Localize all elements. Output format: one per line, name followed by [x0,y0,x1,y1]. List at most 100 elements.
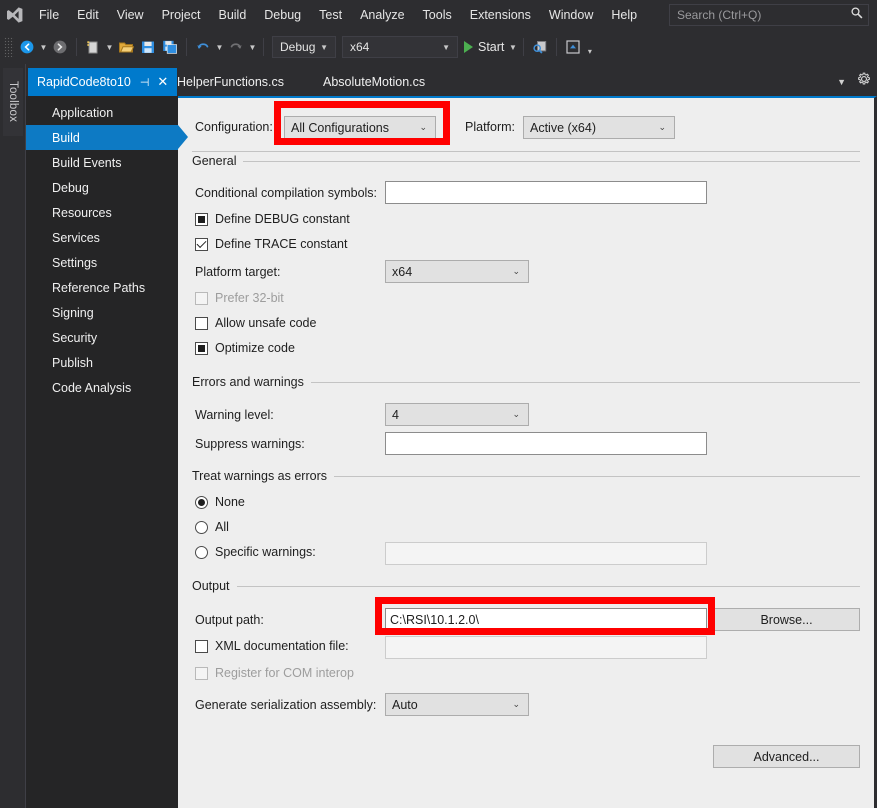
xml-documentation-checkbox-row[interactable]: XML documentation file: [195,639,349,653]
nav-item-signing[interactable]: Signing [26,300,178,325]
menu-project[interactable]: Project [153,0,210,30]
redo-icon[interactable] [225,35,247,59]
solution-configuration-combo[interactable]: Debug ▼ [272,36,336,58]
menu-extensions[interactable]: Extensions [461,0,540,30]
nav-item-label: Debug [52,180,89,195]
warnings-all-label: All [215,520,229,534]
close-icon[interactable]: ✕ [157,74,168,90]
platform-target-label: Platform target: [195,265,281,279]
toolbar-separator [186,38,187,56]
platform-dropdown[interactable]: Active (x64) ⌄ [523,116,675,139]
warnings-all-radio-row[interactable]: All [195,520,229,534]
nav-item-services[interactable]: Services [26,225,178,250]
menu-tools[interactable]: Tools [414,0,461,30]
menu-build[interactable]: Build [209,0,255,30]
navigate-backward-dropdown-icon[interactable]: ▼ [38,35,49,59]
undo-icon[interactable] [192,35,214,59]
browse-button[interactable]: Browse... [713,608,860,631]
platform-target-dropdown[interactable]: x64 ⌄ [385,260,529,283]
save-icon[interactable] [137,35,159,59]
menu-debug[interactable]: Debug [255,0,310,30]
advanced-button[interactable]: Advanced... [713,745,860,768]
define-trace-checkbox-row[interactable]: Define TRACE constant [195,237,347,251]
new-project-dropdown-icon[interactable]: ▼ [104,35,115,59]
suppress-warnings-input[interactable] [385,432,707,455]
pin-icon[interactable]: ⊣ [140,76,150,89]
warnings-specific-radio[interactable] [195,545,208,559]
navigate-backward-icon[interactable] [16,35,38,59]
chevron-down-icon[interactable]: ▼ [837,77,846,87]
start-debug-button[interactable]: Start [461,40,507,54]
allow-unsafe-checkbox-row[interactable]: Allow unsafe code [195,316,316,330]
find-icon[interactable] [529,35,551,59]
menu-analyze[interactable]: Analyze [351,0,413,30]
register-com-interop-label: Register for COM interop [215,666,354,680]
warnings-all-radio[interactable] [195,520,208,534]
serialization-assembly-dropdown[interactable]: Auto ⌄ [385,693,529,716]
define-debug-checkbox-row[interactable]: Define DEBUG constant [195,212,350,226]
start-dropdown-icon[interactable]: ▼ [507,35,518,59]
solution-platform-combo[interactable]: x64 ▼ [342,36,458,58]
tab-helperfunctions-cs[interactable]: HelperFunctions.cs [168,68,293,96]
warning-level-label: Warning level: [195,408,274,422]
toolbar-overflow-icon[interactable]: ▾ [584,35,595,59]
nav-item-build[interactable]: Build [26,125,188,150]
menu-file[interactable]: File [30,0,68,30]
output-path-input[interactable]: C:\RSI\10.1.2.0\ [385,608,707,631]
properties-nav-panel: Application Build Build Events Debug Res… [26,96,188,808]
nav-item-label: Build [52,130,80,145]
warnings-none-radio[interactable] [195,495,208,509]
warnings-specific-radio-row[interactable]: Specific warnings: [195,545,316,559]
serialization-assembly-value: Auto [392,697,418,712]
nav-item-debug[interactable]: Debug [26,175,178,200]
warnings-none-radio-row[interactable]: None [195,495,245,509]
nav-item-resources[interactable]: Resources [26,200,178,225]
optimize-code-checkbox-row[interactable]: Optimize code [195,341,295,355]
gear-icon[interactable] [857,72,871,91]
redo-dropdown-icon[interactable]: ▼ [247,35,258,59]
define-trace-checkbox[interactable] [195,237,208,251]
menu-test[interactable]: Test [310,0,351,30]
save-all-icon[interactable] [159,35,181,59]
allow-unsafe-checkbox[interactable] [195,316,208,330]
define-debug-checkbox[interactable] [195,212,208,226]
nav-item-reference-paths[interactable]: Reference Paths [26,275,178,300]
nav-item-security[interactable]: Security [26,325,178,350]
undo-dropdown-icon[interactable]: ▼ [214,35,225,59]
menu-view[interactable]: View [108,0,153,30]
configuration-dropdown[interactable]: All Configurations ⌄ [284,116,436,139]
tab-label: HelperFunctions.cs [177,75,284,89]
nav-item-application[interactable]: Application [26,100,178,125]
warning-level-value: 4 [392,407,399,422]
xml-documentation-checkbox[interactable] [195,639,208,653]
platform-target-value: x64 [392,264,413,279]
configuration-value: All Configurations [291,120,389,135]
menu-edit[interactable]: Edit [68,0,108,30]
toolbar-grip[interactable] [4,37,14,57]
open-file-icon[interactable] [115,35,137,59]
tab-absolutemotion-cs[interactable]: AbsoluteMotion.cs [314,68,434,96]
nav-item-settings[interactable]: Settings [26,250,178,275]
conditional-symbols-input[interactable] [385,181,707,204]
toolbar-separator [76,38,77,56]
chevron-down-icon: ⌄ [658,122,666,132]
navigate-forward-icon[interactable] [49,35,71,59]
menu-help[interactable]: Help [602,0,646,30]
nav-item-label: Code Analysis [52,380,132,395]
nav-item-code-analysis[interactable]: Code Analysis [26,375,178,400]
new-project-icon[interactable] [82,35,104,59]
preview-selected-items-icon[interactable] [562,35,584,59]
nav-item-publish[interactable]: Publish [26,350,178,375]
nav-item-label: Security [52,330,98,345]
nav-item-build-events[interactable]: Build Events [26,150,178,175]
chevron-down-icon: ⌄ [512,266,520,276]
menu-window[interactable]: Window [540,0,602,30]
tab-rapidcode8to10[interactable]: RapidCode8to10 ⊣ ✕ [28,68,178,96]
chevron-down-icon: ⌄ [419,122,427,132]
warning-level-dropdown[interactable]: 4 ⌄ [385,403,529,426]
toolbox-tab[interactable]: Toolbox [3,68,23,136]
optimize-code-checkbox[interactable] [195,341,208,355]
menu-bar: File Edit View Project Build Debug Test … [0,0,877,30]
nav-item-label: Signing [52,305,94,320]
quick-launch-search[interactable]: Search (Ctrl+Q) [669,4,869,26]
